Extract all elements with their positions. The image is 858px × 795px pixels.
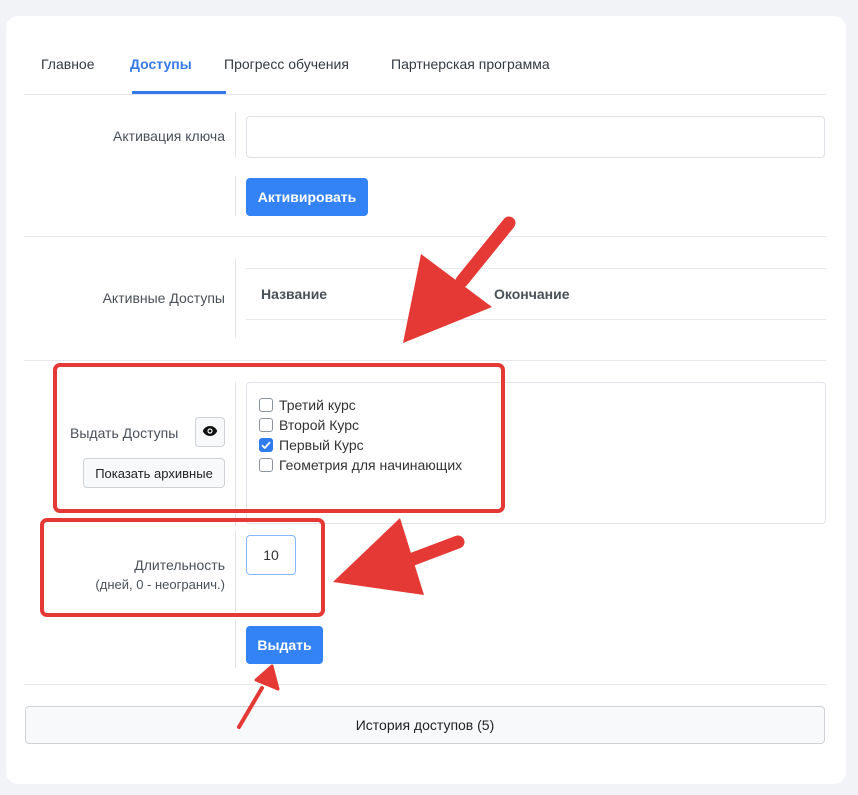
grant-submit-button[interactable]: Выдать bbox=[246, 626, 323, 664]
column-header-expiry: Окончание bbox=[494, 286, 570, 302]
checkbox[interactable] bbox=[259, 458, 273, 472]
checkbox[interactable] bbox=[259, 418, 273, 432]
checkbox[interactable] bbox=[259, 398, 273, 412]
show-archived-button[interactable]: Показать архивные bbox=[83, 458, 225, 488]
toggle-visibility-button[interactable] bbox=[195, 417, 225, 447]
check-icon bbox=[261, 441, 271, 449]
tab-partner[interactable]: Партнерская программа bbox=[391, 56, 550, 72]
activation-key-input[interactable] bbox=[246, 116, 825, 158]
duration-input[interactable] bbox=[246, 535, 296, 575]
course-option[interactable]: Третий курс bbox=[259, 395, 356, 415]
divider bbox=[235, 382, 236, 526]
active-tab-indicator bbox=[132, 91, 226, 94]
table-top-border bbox=[246, 268, 826, 269]
access-history-button[interactable]: История доступов (5) bbox=[25, 706, 825, 744]
tab-access[interactable]: Доступы bbox=[130, 56, 192, 72]
section-divider bbox=[24, 360, 826, 361]
activate-button[interactable]: Активировать bbox=[246, 178, 368, 216]
column-header-name: Название bbox=[261, 286, 328, 302]
course-option-label: Первый Курс bbox=[279, 437, 364, 453]
active-access-label: Активные Доступы bbox=[102, 290, 225, 306]
course-option-label: Третий курс bbox=[279, 397, 356, 413]
section-divider bbox=[24, 236, 826, 237]
divider bbox=[235, 176, 236, 216]
table-bottom-border bbox=[246, 319, 826, 320]
tab-bar: Главное Доступы Прогресс обучения Партне… bbox=[24, 16, 826, 95]
divider bbox=[235, 530, 236, 612]
divider bbox=[235, 112, 236, 158]
divider bbox=[235, 620, 236, 668]
checkbox-checked[interactable] bbox=[259, 438, 273, 452]
course-option-label: Второй Курс bbox=[279, 417, 359, 433]
course-option[interactable]: Второй Курс bbox=[259, 415, 359, 435]
course-option[interactable]: Геометрия для начинающих bbox=[259, 455, 462, 475]
course-option-label: Геометрия для начинающих bbox=[279, 457, 463, 473]
eye-icon bbox=[202, 425, 218, 440]
duration-label: Длительность bbox=[134, 557, 225, 573]
divider bbox=[235, 258, 236, 338]
course-option[interactable]: Первый Курс bbox=[259, 435, 364, 455]
course-select-list: Третий курс Второй Курс Первый Курс Геом… bbox=[246, 382, 826, 524]
activation-label: Активация ключа bbox=[113, 128, 225, 144]
tab-progress[interactable]: Прогресс обучения bbox=[224, 56, 349, 72]
grant-access-label: Выдать Доступы bbox=[70, 425, 179, 441]
tab-main[interactable]: Главное bbox=[41, 56, 95, 72]
section-divider bbox=[24, 684, 826, 685]
duration-hint: (дней, 0 - неогранич.) bbox=[95, 577, 225, 592]
access-card: Главное Доступы Прогресс обучения Партне… bbox=[6, 16, 846, 784]
